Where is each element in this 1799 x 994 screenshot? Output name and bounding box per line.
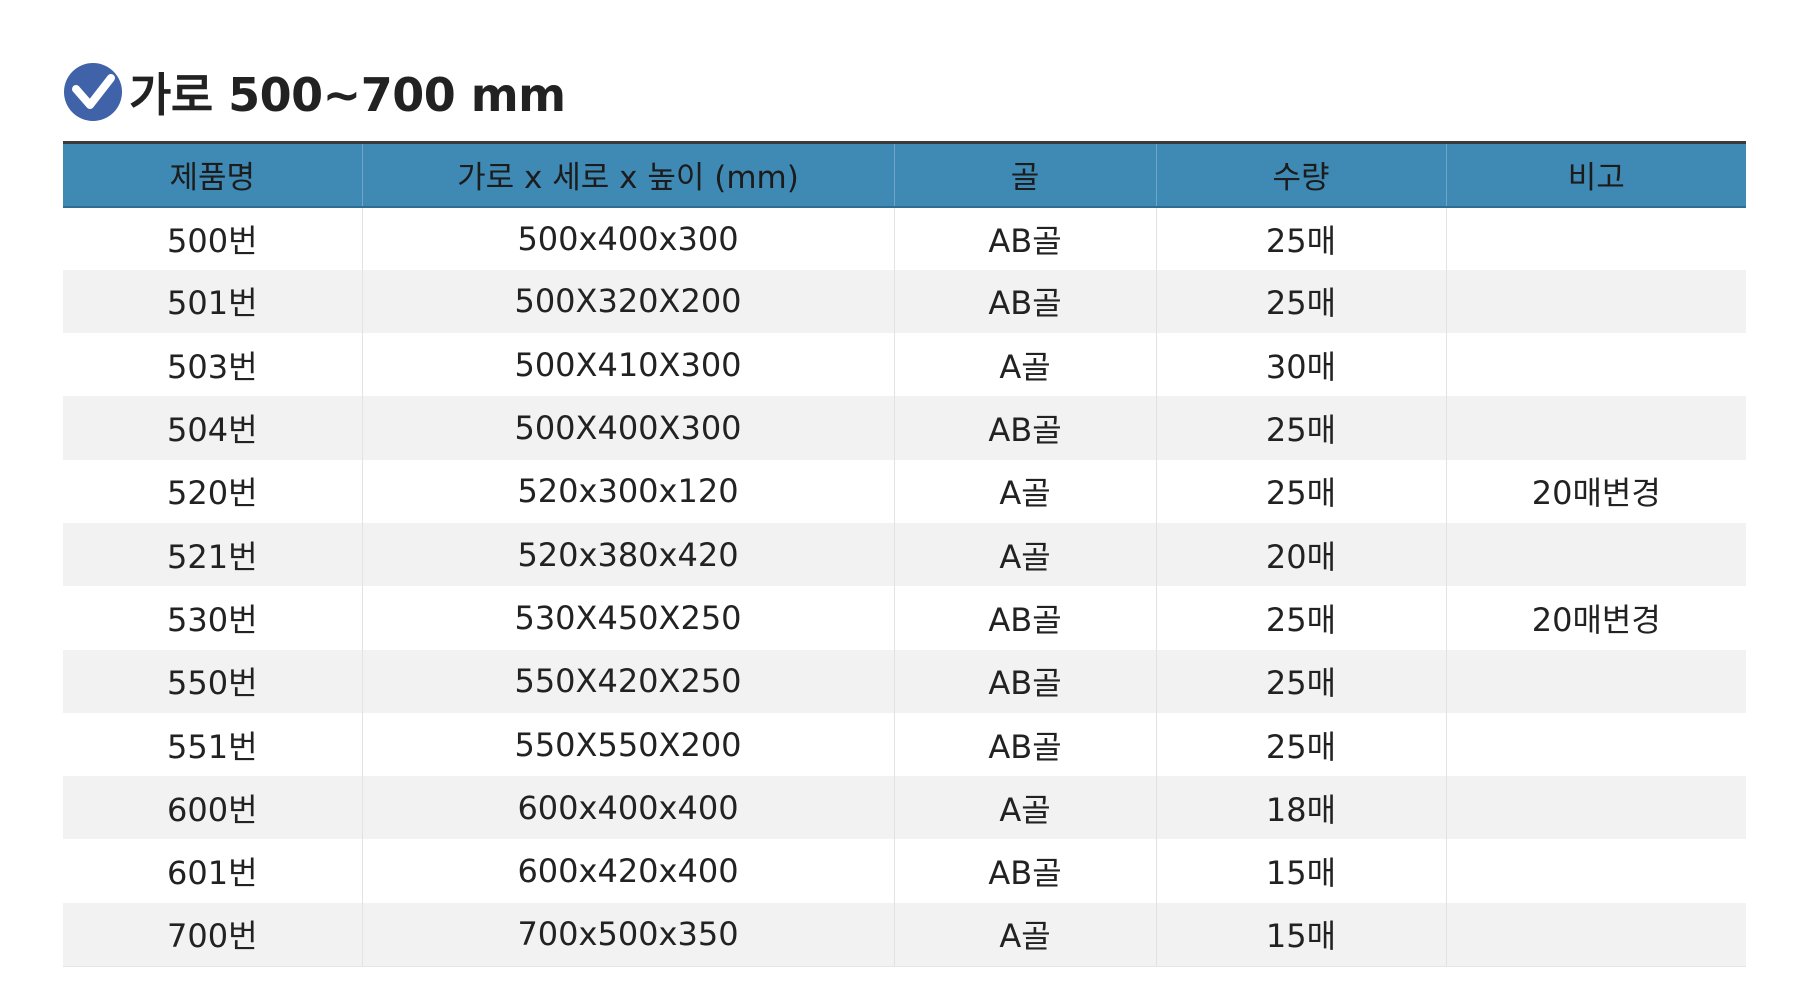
cell-flute: AB골 [893, 839, 1156, 903]
product-table: 제품명 가로 x 세로 x 높이 (mm) 골 수량 비고 500번 500x40… [63, 141, 1746, 967]
cell-flute: AB골 [893, 396, 1156, 460]
cell-flute: AB골 [893, 586, 1156, 650]
column-header-quantity: 수량 [1155, 142, 1446, 207]
cell-dimensions: 600x400x400 [361, 776, 894, 840]
cell-dimensions: 500X400X300 [361, 396, 894, 460]
cell-product-name: 700번 [63, 902, 362, 967]
cell-quantity: 25매 [1155, 649, 1446, 713]
cell-quantity: 25매 [1155, 396, 1446, 460]
cell-quantity: 25매 [1155, 586, 1446, 650]
column-header-dimensions: 가로 x 세로 x 높이 (mm) [361, 142, 894, 207]
cell-product-name: 600번 [166, 790, 258, 829]
cell-dimensions: 520x380x420 [361, 522, 894, 587]
cell-dimensions: 530X450X250 [361, 586, 894, 650]
cell-dimensions: 700x500x350 [361, 902, 894, 967]
cell-product-name: 530번 [166, 600, 258, 639]
table-row: 551번 550X550X200 AB골 25매 [63, 712, 1746, 777]
cell-quantity: 30매 [1155, 333, 1446, 397]
cell-remarks [1445, 206, 1746, 270]
cell-flute: A골 [893, 333, 1156, 397]
section-title: 가로 500~700 mm [129, 68, 566, 122]
cell-dimensions: 520x300x120 [361, 459, 894, 523]
cell-remarks [1445, 522, 1746, 587]
cell-flute: AB골 [893, 269, 1156, 334]
table-row: 700번 700x500x350 A골 15매 [63, 902, 1746, 967]
cell-flute: AB골 [893, 649, 1156, 713]
cell-remarks [1445, 839, 1746, 903]
cell-flute: AB골 [893, 712, 1156, 777]
cell-remarks: 20매변경 [1445, 586, 1746, 650]
table-row: 520번 520x300x120 A골 25매 20매변경 [63, 459, 1746, 523]
cell-remarks [1445, 396, 1746, 460]
cell-product-name: 521번 [166, 537, 258, 576]
table-row: 601번 600x420x400 AB골 15매 [63, 839, 1746, 903]
check-circle-icon [63, 62, 123, 122]
cell-remarks [1445, 649, 1746, 713]
cell-remarks [1445, 712, 1746, 777]
cell-product-name: 551번 [166, 727, 258, 766]
cell-product-name: 500번 [166, 221, 258, 260]
column-header-product-name: 제품명 [169, 160, 256, 197]
cell-quantity: 20매 [1155, 522, 1446, 587]
cell-product-name: 503번 [166, 347, 258, 386]
cell-quantity: 25매 [1155, 269, 1446, 334]
cell-remarks [1445, 269, 1746, 334]
cell-dimensions: 550X550X200 [361, 712, 894, 777]
table-row: 550번 550X420X250 AB골 25매 [63, 649, 1746, 713]
cell-quantity: 25매 [1155, 206, 1446, 270]
cell-quantity: 25매 [1155, 712, 1446, 777]
cell-flute: AB골 [893, 206, 1156, 270]
cell-product-name: 601번 [166, 854, 258, 893]
cell-flute: A골 [893, 522, 1156, 587]
table-row: 521번 520x380x420 A골 20매 [63, 522, 1746, 587]
table-row: 501번 500X320X200 AB골 25매 [63, 269, 1746, 334]
table-row: 600번 600x400x400 A골 18매 [63, 776, 1746, 840]
cell-dimensions: 600x420x400 [361, 839, 894, 903]
cell-dimensions: 550X420X250 [361, 649, 894, 713]
cell-product-name: 550번 [166, 664, 258, 703]
table-row: 504번 500X400X300 AB골 25매 [63, 396, 1746, 460]
cell-product-name: 520번 [166, 474, 258, 513]
cell-quantity: 15매 [1155, 839, 1446, 903]
cell-remarks [1445, 776, 1746, 840]
table-row: 500번 500x400x300 AB골 25매 [63, 206, 1746, 270]
cell-dimensions: 500X410X300 [361, 333, 894, 397]
column-header-remarks: 비고 [1445, 142, 1746, 207]
cell-remarks [1445, 902, 1746, 967]
cell-flute: A골 [893, 459, 1156, 523]
table-header-row: 제품명 가로 x 세로 x 높이 (mm) 골 수량 비고 [63, 142, 1746, 207]
cell-dimensions: 500x400x300 [361, 206, 894, 270]
cell-product-name: 504번 [166, 411, 258, 450]
table-row: 530번 530X450X250 AB골 25매 20매변경 [63, 586, 1746, 650]
table-row: 503번 500X410X300 A골 30매 [63, 333, 1746, 397]
cell-remarks: 20매변경 [1445, 459, 1746, 523]
table-body: 500번 500x400x300 AB골 25매 501번 500X320X200 AB골 2… [63, 206, 1746, 967]
cell-product-name: 501번 [166, 284, 258, 323]
cell-quantity: 18매 [1155, 776, 1446, 840]
cell-flute: A골 [893, 776, 1156, 840]
cell-quantity: 15매 [1155, 902, 1446, 967]
cell-remarks [1445, 333, 1746, 397]
table-header: 제품명 가로 x 세로 x 높이 (mm) 골 수량 비고 [63, 142, 1746, 207]
section-title-row: 가로 500~700 mm [63, 58, 566, 126]
cell-quantity: 25매 [1155, 459, 1446, 523]
product-table-container: 제품명 가로 x 세로 x 높이 (mm) 골 수량 비고 500번 500x40… [63, 141, 1746, 967]
column-header-flute: 골 [893, 142, 1156, 207]
cell-dimensions: 500X320X200 [361, 269, 894, 334]
cell-flute: A골 [893, 902, 1156, 967]
